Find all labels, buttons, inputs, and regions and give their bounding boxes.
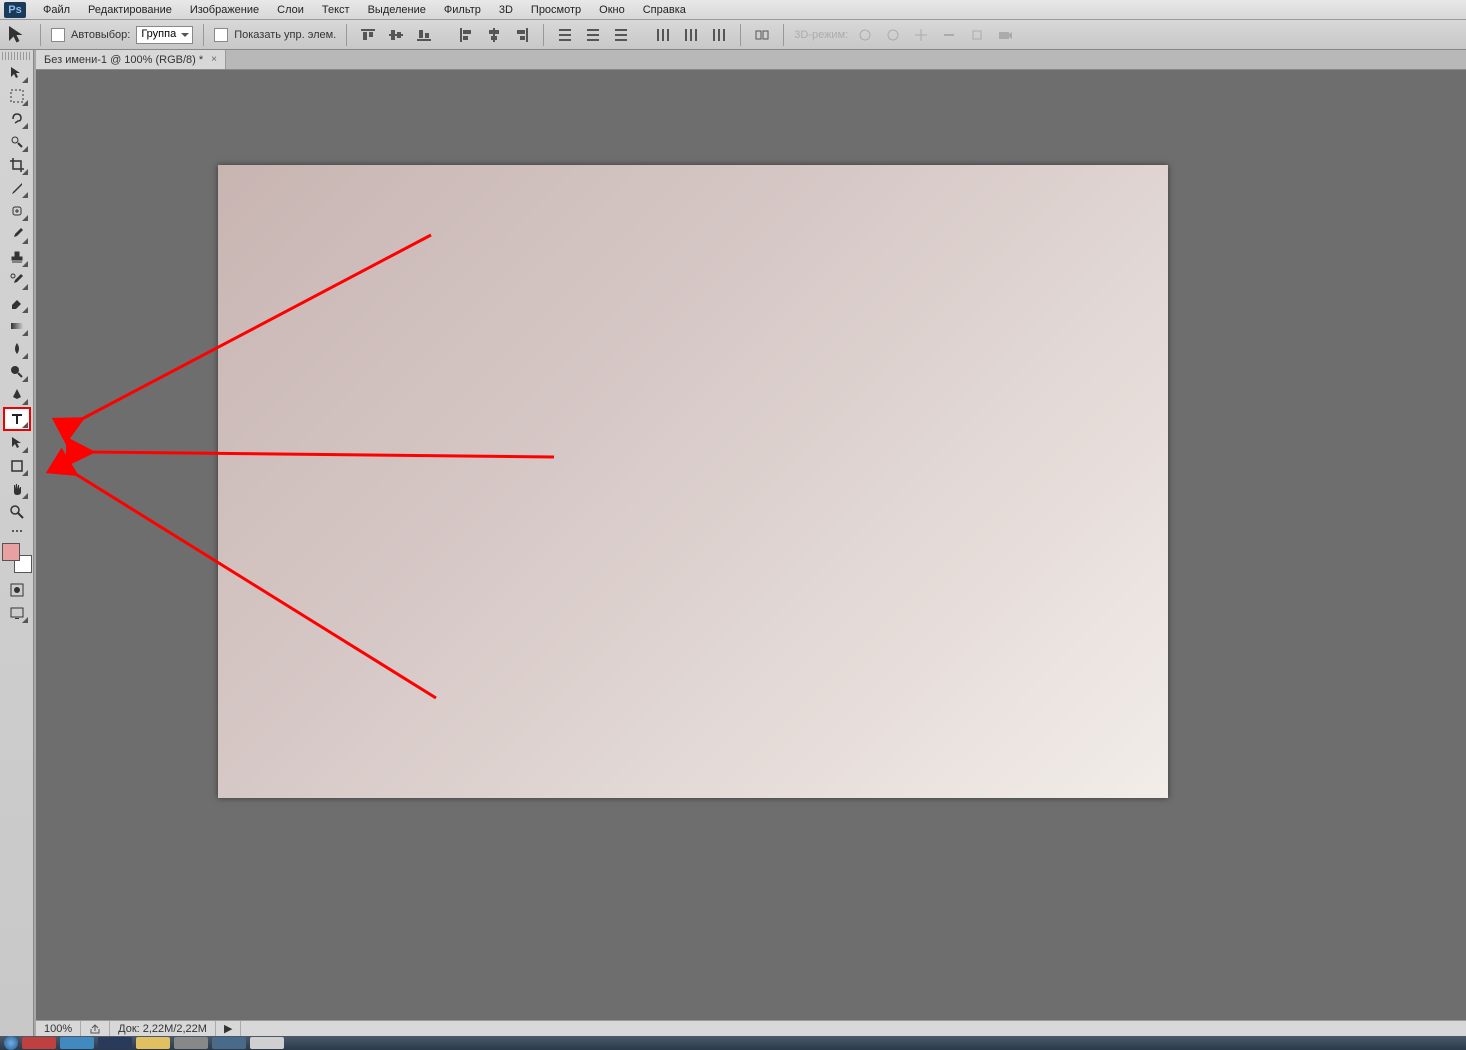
foreground-color-swatch[interactable] — [2, 543, 20, 561]
distribute-left-button[interactable] — [652, 25, 674, 45]
taskbar-app[interactable] — [250, 1037, 284, 1049]
eyedropper-tool[interactable] — [5, 177, 29, 199]
shape-tool[interactable] — [5, 455, 29, 477]
zoom-level[interactable]: 100% — [36, 1021, 81, 1036]
hand-tool[interactable] — [5, 478, 29, 500]
taskbar-app[interactable] — [22, 1037, 56, 1049]
mode-3d-label: 3D-режим: — [794, 29, 848, 41]
blur-tool[interactable] — [5, 338, 29, 360]
document-tab-title: Без имени-1 @ 100% (RGB/8) * — [44, 54, 203, 66]
os-taskbar — [0, 1036, 1466, 1050]
distribute-top-button[interactable] — [554, 25, 576, 45]
history-brush-tool[interactable] — [5, 269, 29, 291]
crop-tool[interactable] — [5, 154, 29, 176]
menu-window[interactable]: Окно — [590, 1, 634, 19]
show-controls-label: Показать упр. элем. — [234, 29, 336, 41]
taskbar-app[interactable] — [60, 1037, 94, 1049]
align-left-edges-button[interactable] — [455, 25, 477, 45]
menu-type[interactable]: Текст — [313, 1, 359, 19]
menu-help[interactable]: Справка — [634, 1, 695, 19]
canvas-area[interactable] — [36, 70, 1466, 1020]
taskbar-app[interactable] — [136, 1037, 170, 1049]
distribute-vcenter-button[interactable] — [582, 25, 604, 45]
taskbar-app[interactable] — [212, 1037, 246, 1049]
camera-3d-button — [994, 25, 1016, 45]
orbit-3d-button — [854, 25, 876, 45]
align-vcenter-button[interactable] — [385, 25, 407, 45]
taskbar-app[interactable] — [174, 1037, 208, 1049]
screenmode-button[interactable] — [5, 602, 29, 624]
status-bar: 100% Док: 2,22M/2,22M ▶ — [36, 1020, 1466, 1036]
align-bottom-edges-button[interactable] — [413, 25, 435, 45]
scale-3d-button — [966, 25, 988, 45]
slide-3d-button — [938, 25, 960, 45]
share-icon[interactable] — [81, 1021, 110, 1036]
color-swatches[interactable] — [2, 543, 32, 573]
toolbox — [0, 50, 34, 1036]
path-select-tool[interactable] — [5, 432, 29, 454]
divider — [40, 24, 41, 46]
status-menu-arrow[interactable]: ▶ — [216, 1021, 241, 1036]
brush-tool[interactable] — [5, 223, 29, 245]
quickmask-button[interactable] — [5, 579, 29, 601]
show-controls-checkbox[interactable] — [214, 28, 228, 42]
autoselect-label: Автовыбор: — [71, 29, 130, 41]
doc-size[interactable]: Док: 2,22M/2,22M — [110, 1021, 216, 1036]
eraser-tool[interactable] — [5, 292, 29, 314]
menu-select[interactable]: Выделение — [359, 1, 435, 19]
autoselect-target-select[interactable]: Группа — [136, 26, 193, 44]
pan-3d-button — [910, 25, 932, 45]
distribute-right-button[interactable] — [708, 25, 730, 45]
menu-view[interactable]: Просмотр — [522, 1, 590, 19]
lasso-tool[interactable] — [5, 108, 29, 130]
align-hcenter-button[interactable] — [483, 25, 505, 45]
menu-bar: Ps Файл Редактирование Изображение Слои … — [0, 0, 1466, 20]
divider — [543, 24, 544, 46]
document-canvas[interactable] — [218, 165, 1168, 798]
healing-tool[interactable] — [5, 200, 29, 222]
divider — [203, 24, 204, 46]
menu-image[interactable]: Изображение — [181, 1, 268, 19]
roll-3d-button — [882, 25, 904, 45]
taskbar-app[interactable] — [98, 1037, 132, 1049]
divider — [740, 24, 741, 46]
divider — [783, 24, 784, 46]
align-top-edges-button[interactable] — [357, 25, 379, 45]
start-button[interactable] — [4, 1036, 18, 1050]
toolbox-grip[interactable] — [2, 52, 32, 60]
edit-toolbar-button[interactable] — [5, 524, 29, 538]
autoselect-checkbox[interactable] — [51, 28, 65, 42]
distribute-bottom-button[interactable] — [610, 25, 632, 45]
dodge-tool[interactable] — [5, 361, 29, 383]
marquee-tool[interactable] — [5, 85, 29, 107]
zoom-tool[interactable] — [5, 501, 29, 523]
document-tabstrip: Без имени-1 @ 100% (RGB/8) * × — [36, 50, 1466, 70]
quick-select-tool[interactable] — [5, 131, 29, 153]
menu-filter[interactable]: Фильтр — [435, 1, 490, 19]
active-tool-indicator — [6, 25, 30, 45]
document-tab[interactable]: Без имени-1 @ 100% (RGB/8) * × — [36, 50, 226, 69]
auto-align-button[interactable] — [751, 25, 773, 45]
options-bar: Автовыбор: Группа Показать упр. элем. 3D… — [0, 20, 1466, 50]
close-icon[interactable]: × — [211, 54, 217, 65]
menu-3d[interactable]: 3D — [490, 1, 522, 19]
stamp-tool[interactable] — [5, 246, 29, 268]
pen-tool[interactable] — [5, 384, 29, 406]
move-tool[interactable] — [5, 62, 29, 84]
app-logo: Ps — [4, 2, 26, 18]
distribute-hcenter-button[interactable] — [680, 25, 702, 45]
menu-layer[interactable]: Слои — [268, 1, 313, 19]
menu-edit[interactable]: Редактирование — [79, 1, 181, 19]
type-tool[interactable] — [3, 407, 31, 431]
align-right-edges-button[interactable] — [511, 25, 533, 45]
divider — [346, 24, 347, 46]
menu-file[interactable]: Файл — [34, 1, 79, 19]
gradient-tool[interactable] — [5, 315, 29, 337]
